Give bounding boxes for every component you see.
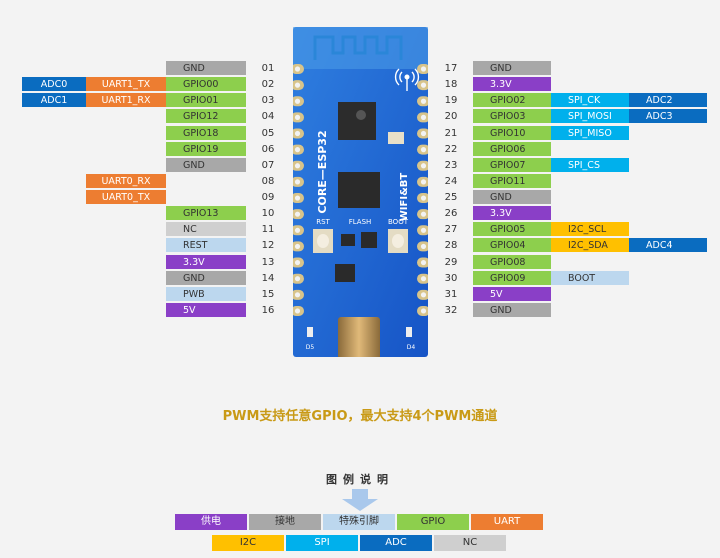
pin-number: 17 [444, 63, 458, 74]
pin-24-name: GPIO11 [473, 173, 551, 189]
flash-label: FLASH [349, 218, 372, 226]
legend-item-r2-2: ADC [360, 535, 432, 551]
esp32-board-image: CORE—ESP32 WIFI&BT RST FLASH BOOT D5 D4 [291, 27, 430, 359]
pin-27-alt-function: I2C_SCL [551, 222, 629, 238]
pin-number: 29 [444, 256, 458, 268]
pin-number: 28 [444, 240, 458, 252]
pin-number: 24 [444, 175, 458, 187]
crystal [388, 132, 404, 144]
pin-number: 31 [444, 288, 458, 300]
led-d4-label: D4 [407, 344, 416, 351]
legend-item-r2-1: SPI [286, 535, 358, 551]
legend-item-r1-4: UART [471, 514, 543, 530]
pin-28-name: GPIO04 [473, 238, 551, 254]
pin-25-name: GND [473, 190, 551, 206]
pin-27-name: GPIO05 [473, 222, 551, 238]
board-illustration: CORE—ESP32 WIFI&BT RST FLASH BOOT D5 D4 [291, 27, 430, 359]
pin-22-name: GPIO06 [473, 141, 551, 157]
pin-30-name: GPIO09 [473, 270, 551, 286]
pin-number: 23 [444, 159, 458, 171]
chip-logo [356, 110, 366, 120]
pin-18-name: 3.3V [473, 77, 551, 93]
pin-30-alt-function: BOOT [551, 270, 629, 286]
pin-28-adc: ADC4 [629, 238, 707, 254]
board-silkscreen-wifi: WIFI&BT [399, 173, 410, 222]
pin-21-alt-function: SPI_MISO [551, 125, 629, 141]
board-silkscreen-name: CORE—ESP32 [316, 130, 329, 213]
pin-number: 30 [444, 272, 458, 284]
pin-number: 21 [444, 127, 458, 139]
pin-number: 22 [444, 143, 458, 155]
boot-label: BOOT [388, 218, 409, 226]
led-d5 [307, 327, 313, 337]
pin-19-alt-function: SPI_CK [551, 93, 629, 109]
pin-number: 26 [444, 208, 458, 220]
pin-17-name: GND [473, 61, 551, 76]
pin-number: 32 [444, 304, 458, 316]
legend-item-r2-3: NC [434, 535, 506, 551]
pwm-caption: PWM支持任意GPIO，最大支持4个PWM通道 [222, 409, 498, 424]
esp32-chip [338, 102, 376, 140]
pin-21-name: GPIO10 [473, 125, 551, 141]
legend-item-r1-1: 接地 [249, 514, 321, 530]
pin-23-alt-function: SPI_CS [551, 157, 629, 173]
pin-32-name: GND [473, 302, 551, 318]
antenna-area [293, 27, 428, 69]
pin-31-name: 5V [473, 286, 551, 302]
pin-20-adc: ADC3 [629, 109, 707, 125]
led-d4 [406, 327, 412, 337]
pin-number: 18 [444, 79, 458, 91]
flash-chip [338, 172, 380, 208]
pin-20-name: GPIO03 [473, 109, 551, 125]
pin-number: 25 [444, 192, 458, 204]
pin-28-alt-function: I2C_SDA [551, 238, 629, 254]
led-d5-label: D5 [306, 344, 315, 351]
pin-19-name: GPIO02 [473, 93, 551, 109]
legend-item-r1-2: 特殊引脚 [323, 514, 395, 530]
pin-number: 19 [444, 95, 458, 107]
pin-20-alt-function: SPI_MOSI [551, 109, 629, 125]
pin-23-name: GPIO07 [473, 157, 551, 173]
legend-item-r2-0: I2C [212, 535, 284, 551]
legend-arrow-icon [342, 489, 378, 511]
pin-number: 20 [444, 111, 458, 123]
usb-c-connector [338, 317, 380, 359]
pin-19-adc: ADC2 [629, 93, 707, 109]
rst-label: RST [316, 218, 330, 226]
legend-item-r1-3: GPIO [397, 514, 469, 530]
pin-29-name: GPIO08 [473, 254, 551, 270]
pin-number: 27 [444, 224, 458, 236]
legend-title: 图例说明 [326, 473, 394, 486]
legend-item-r1-0: 供电 [175, 514, 247, 530]
pin-26-name: 3.3V [473, 206, 551, 222]
